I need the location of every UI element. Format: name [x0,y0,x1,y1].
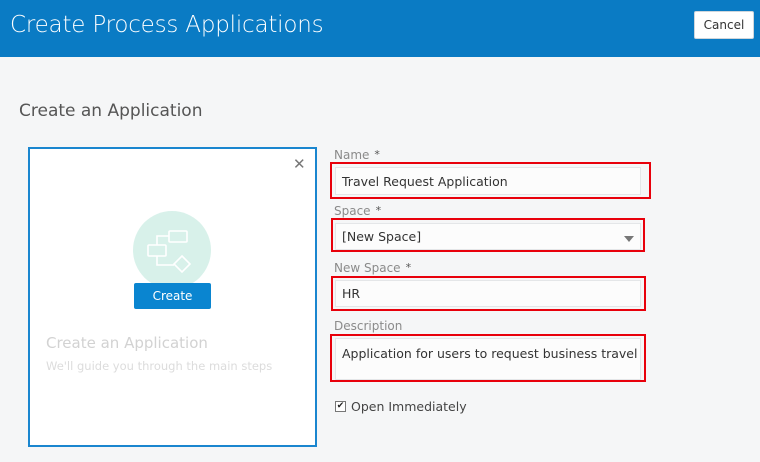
chevron-down-icon [624,236,634,242]
new-space-input[interactable]: HR [335,280,641,307]
new-space-label: New Space * [334,261,412,275]
open-immediately-label: Open Immediately [351,399,467,414]
checkbox-checked-icon[interactable]: ✔ [335,401,346,412]
cancel-button[interactable]: Cancel [694,11,754,39]
space-label: Space * [334,204,382,218]
app-header: Create Process Applications Cancel [0,0,760,57]
description-textarea[interactable]: Application for users to request busines… [335,338,641,380]
page-title: Create Process Applications [10,12,324,38]
card-subtitle: We'll guide you through the main steps [46,359,273,373]
card-title: Create an Application [46,334,208,352]
section-title: Create an Application [19,101,203,121]
open-immediately-checkbox[interactable]: ✔ Open Immediately [335,399,467,414]
name-label: Name * [334,148,380,162]
create-application-card: ✕ Create Create an Application We'll gui… [28,147,317,447]
close-icon[interactable]: ✕ [293,155,306,173]
space-select[interactable]: [New Space] [335,223,641,250]
create-button[interactable]: Create [134,283,211,309]
name-input[interactable]: Travel Request Application [335,167,641,195]
description-label: Description [334,319,403,333]
process-flow-icon [133,211,211,289]
